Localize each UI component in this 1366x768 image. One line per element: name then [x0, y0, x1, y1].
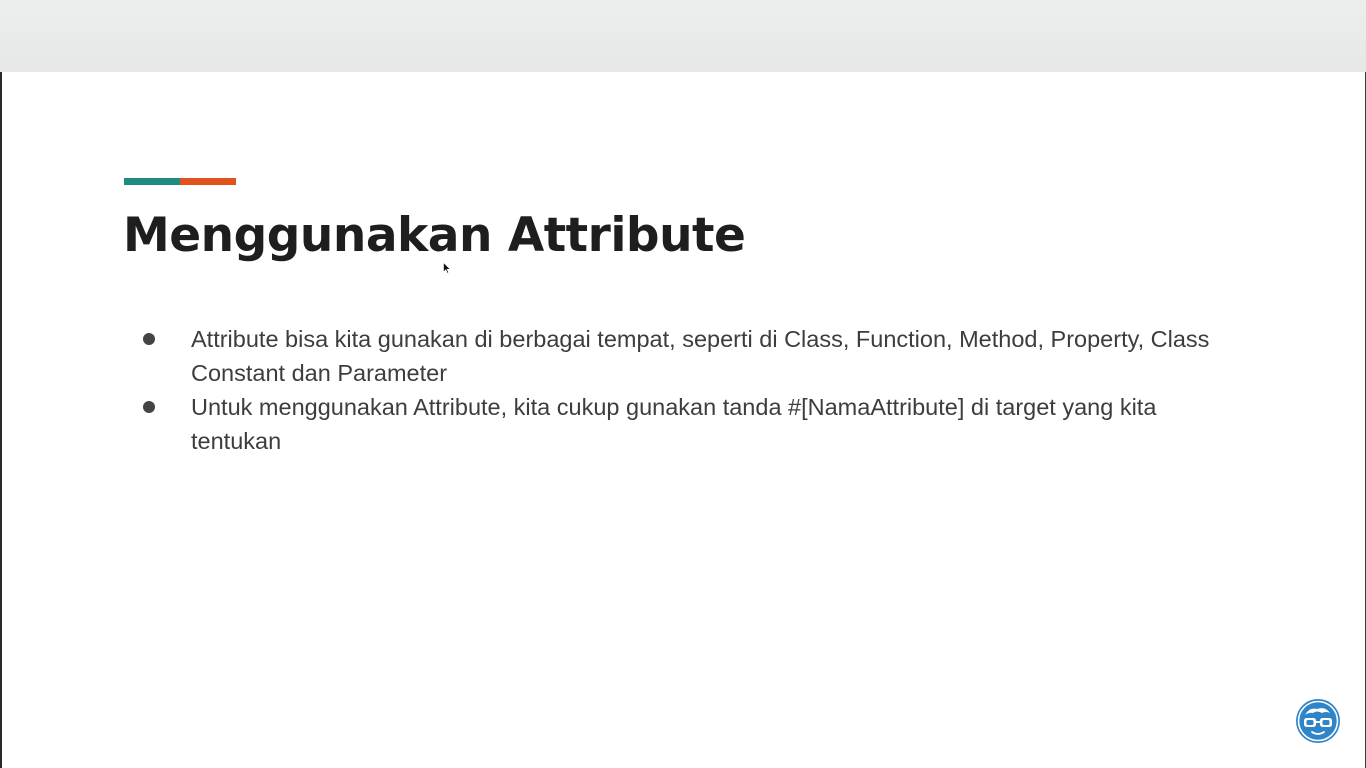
- bullet-item: Attribute bisa kita gunakan di berbagai …: [140, 322, 1250, 390]
- mouse-pointer-icon: [443, 262, 451, 274]
- left-edge-border: [0, 72, 2, 768]
- bullet-text: Attribute bisa kita gunakan di berbagai …: [191, 326, 1210, 386]
- top-bar: [0, 0, 1366, 72]
- presentation-screen: Menggunakan Attribute Attribute bisa kit…: [0, 0, 1366, 768]
- bullet-dot: [143, 333, 155, 345]
- bullet-item: Untuk menggunakan Attribute, kita cukup …: [140, 390, 1250, 458]
- bullet-text: Untuk menggunakan Attribute, kita cukup …: [191, 394, 1157, 454]
- accent-orange-segment: [180, 178, 236, 185]
- bullet-list: Attribute bisa kita gunakan di berbagai …: [140, 322, 1250, 458]
- accent-teal-segment: [124, 178, 180, 185]
- nerd-glasses-logo-icon: [1296, 699, 1340, 743]
- bullet-dot: [143, 401, 155, 413]
- slide-title: Menggunakan Attribute: [123, 208, 746, 263]
- title-accent-bar: [124, 178, 236, 185]
